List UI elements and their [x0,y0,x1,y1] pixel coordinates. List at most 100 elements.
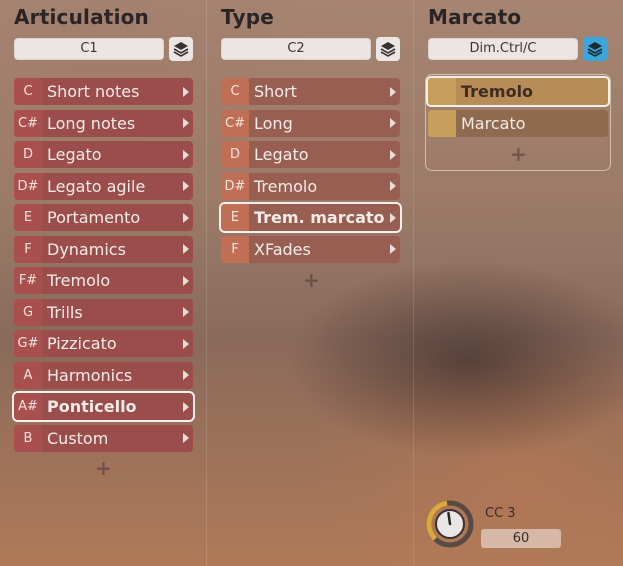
articulation-item-label: Long notes [47,113,136,133]
type-item[interactable]: F XFades [221,235,400,263]
articulation-item[interactable]: F Dynamics [14,235,193,263]
chevron-right-icon [183,370,189,380]
articulation-item-label: Tremolo [47,271,111,290]
articulation-item-key: D# [14,172,42,200]
chevron-right-icon [390,149,396,160]
marcato-title: Marcato [428,5,522,29]
type-item-label: Trem. marcato [254,208,385,227]
articulation-item-label: Legato [47,145,102,164]
type-item-label: Legato [254,145,309,164]
type-item-key: C# [221,109,249,137]
marcato-column: Marcato Dim.Ctrl/C Tremolo Marcato + CC 3… [414,0,623,566]
chevron-right-icon [183,149,189,160]
layers-icon [173,42,189,57]
chevron-right-icon [183,244,189,254]
articulation-title: Articulation [14,5,149,29]
marcato-item-swatch [428,109,456,137]
articulation-item-key: F# [14,267,42,294]
articulation-item[interactable]: A Harmonics [14,361,193,389]
articulation-item-key: F [14,235,42,263]
type-item-label: Long [254,113,293,133]
chevron-right-icon [183,433,189,443]
articulation-item[interactable]: D# Legato agile [14,172,193,200]
articulation-column: Articulation C1 C Short notes C# Long notes… [0,0,206,566]
articulation-item[interactable]: A# Ponticello [14,393,193,420]
articulation-item-key: B [14,424,42,452]
type-item[interactable]: D Legato [221,141,400,168]
chevron-right-icon [183,181,189,191]
articulation-item[interactable]: G Trills [14,298,193,326]
articulation-item-label: Ponticello [47,397,137,416]
articulation-item-label: Harmonics [47,365,133,385]
marcato-item-label: Tremolo [461,82,534,101]
marcato-layers-button[interactable] [583,37,607,61]
type-column: Type C2 C Short C# Long D Legato D# Tremolo E Tre… [207,0,413,566]
chevron-right-icon [183,307,189,317]
marcato-item-label: Marcato [461,113,526,133]
chevron-right-icon [390,212,396,223]
articulation-item-key: A# [14,393,42,420]
chevron-right-icon [183,118,189,128]
articulation-layers-button[interactable] [169,37,193,61]
articulation-item-label: Legato agile [47,176,146,196]
chevron-right-icon [390,244,396,254]
type-item-label: Tremolo [254,176,318,196]
articulation-item-label: Short notes [47,82,140,101]
cc-label: CC 3 [485,506,516,521]
chevron-right-icon [183,401,189,412]
type-item[interactable]: E Trem. marcato [221,204,400,231]
chevron-right-icon [390,118,396,128]
type-item-label: XFades [254,239,311,259]
knob-icon [426,500,474,548]
articulation-item[interactable]: G# Pizzicato [14,330,193,357]
type-item-key: C [221,78,249,105]
marcato-item[interactable]: Marcato [428,109,608,137]
type-layers-button[interactable] [376,37,400,61]
articulation-item-key: E [14,204,42,231]
chevron-right-icon [390,86,396,97]
type-item[interactable]: C Short [221,78,400,105]
type-item[interactable]: D# Tremolo [221,172,400,200]
marcato-add-button[interactable]: + [510,142,527,166]
articulation-item[interactable]: F# Tremolo [14,267,193,294]
articulation-item[interactable]: D Legato [14,141,193,168]
articulation-item-key: A [14,361,42,389]
articulation-add-button[interactable]: + [95,456,112,480]
type-title: Type [221,5,274,29]
cc-value-field[interactable]: 60 [481,529,561,548]
marcato-key-field[interactable]: Dim.Ctrl/C [428,38,578,60]
marcato-item-swatch [428,78,456,105]
articulation-item-label: Dynamics [47,239,126,259]
type-key-field[interactable]: C2 [221,38,371,60]
type-item[interactable]: C# Long [221,109,400,137]
type-item-key: D# [221,172,249,200]
articulation-item-key: G [14,298,42,326]
articulation-key-field[interactable]: C1 [14,38,164,60]
articulation-item-label: Portamento [47,208,141,227]
type-item-key: F [221,235,249,263]
articulation-item-key: D [14,141,42,168]
layers-icon [587,42,603,57]
chevron-right-icon [390,181,396,191]
type-item-key: D [221,141,249,168]
articulation-item[interactable]: C# Long notes [14,109,193,137]
articulation-item[interactable]: E Portamento [14,204,193,231]
type-item-label: Short [254,82,297,101]
articulation-item-label: Custom [47,428,109,448]
articulation-item[interactable]: B Custom [14,424,193,452]
articulation-item[interactable]: C Short notes [14,78,193,105]
chevron-right-icon [183,338,189,349]
type-add-button[interactable]: + [303,268,320,292]
type-item-key: E [221,204,249,231]
articulation-item-key: C [14,78,42,105]
articulation-item-label: Pizzicato [47,334,117,353]
cc-knob[interactable] [426,500,474,548]
chevron-right-icon [183,212,189,223]
marcato-item[interactable]: Tremolo [428,78,608,105]
articulation-item-key: C# [14,109,42,137]
articulation-item-key: G# [14,330,42,357]
chevron-right-icon [183,86,189,97]
layers-icon [380,42,396,57]
chevron-right-icon [183,275,189,286]
articulation-item-label: Trills [47,302,83,322]
